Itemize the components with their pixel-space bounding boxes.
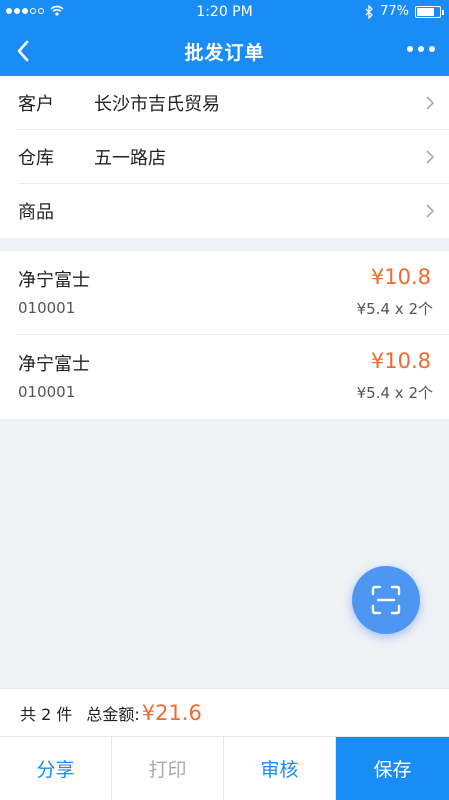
product-row[interactable]: 商品 [18, 184, 449, 238]
list-item[interactable]: 净宁富士 010001 ¥10.8 ¥5.4 x 2个 [18, 251, 449, 335]
warehouse-row[interactable]: 仓库 五一路店 [18, 130, 449, 184]
customer-label: 客户 [18, 93, 54, 115]
bluetooth-icon [365, 4, 374, 19]
save-button[interactable]: 保存 [336, 737, 449, 800]
customer-row[interactable]: 客户 长沙市吉氏贸易 [18, 76, 449, 130]
more-options-icon[interactable] [407, 46, 435, 52]
print-button[interactable]: 打印 [112, 737, 224, 800]
item-price-detail: ¥5.4 x 2个 [356, 384, 433, 402]
list-item[interactable]: 净宁富士 010001 ¥10.8 ¥5.4 x 2个 [18, 335, 449, 419]
customer-value: 长沙市吉氏贸易 [94, 93, 220, 115]
page-title: 批发订单 [184, 42, 265, 64]
order-summary: 共 2 件 总金额: ¥21.6 [0, 688, 449, 736]
app-header: 1:20 PM 77% 批发订单 [0, 0, 449, 76]
warehouse-label: 仓库 [18, 147, 54, 169]
chevron-right-icon [426, 150, 435, 164]
item-name: 净宁富士 [18, 354, 90, 375]
item-count: 共 2 件 [20, 704, 73, 724]
chevron-right-icon [426, 96, 435, 110]
battery-percent: 77% [380, 4, 409, 19]
battery-icon [415, 5, 444, 18]
nav-bar: 批发订单 [0, 26, 449, 76]
item-price-detail: ¥5.4 x 2个 [356, 300, 433, 318]
status-right: 77% [365, 4, 444, 19]
warehouse-value: 五一路店 [94, 147, 166, 169]
item-code: 010001 [18, 299, 76, 317]
product-label: 商品 [18, 202, 54, 223]
status-bar: 1:20 PM 77% [0, 0, 449, 26]
scan-icon [371, 585, 401, 615]
total-amount: ¥21.6 [141, 700, 202, 725]
item-list: 净宁富士 010001 ¥10.8 ¥5.4 x 2个 净宁富士 010001 … [0, 251, 449, 419]
total-label: 总金额: [86, 704, 140, 724]
audit-button[interactable]: 审核 [224, 737, 336, 800]
item-total: ¥10.8 [370, 349, 431, 373]
action-bar: 分享 打印 审核 保存 [0, 736, 449, 800]
item-code: 010001 [18, 383, 76, 401]
chevron-right-icon [426, 204, 435, 218]
scan-button[interactable] [352, 566, 420, 634]
share-button[interactable]: 分享 [0, 737, 112, 800]
item-total: ¥10.8 [370, 265, 431, 289]
item-name: 净宁富士 [18, 270, 90, 291]
order-form: 客户 长沙市吉氏贸易 仓库 五一路店 商品 [0, 76, 449, 238]
